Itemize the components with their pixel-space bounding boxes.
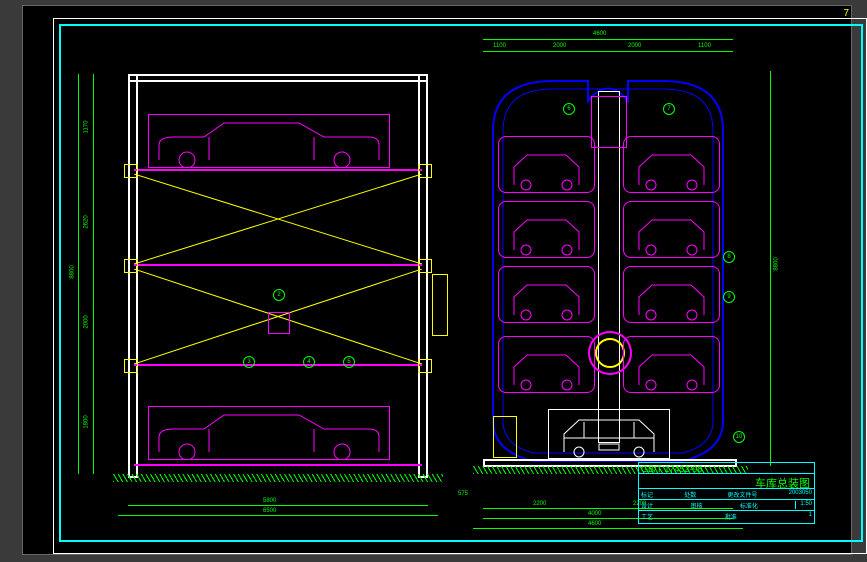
pod-l2 [498, 266, 595, 323]
guide-roller-r2 [418, 359, 432, 373]
center-joint [268, 312, 290, 334]
tb-role1: 设计 [641, 501, 653, 509]
dim-total-w: 6500 [263, 508, 276, 514]
pod-l3 [498, 201, 595, 258]
dim-b1: 2200 [533, 501, 546, 507]
pod-r3 [623, 201, 720, 258]
cad-viewport[interactable]: 7 1170 2620 2000 1800 8800 5800 6500 2 3… [22, 5, 852, 555]
tb-title: 车库总装图 [755, 475, 810, 487]
tb-sheet: 1 [809, 512, 812, 520]
ground-hatch-left [113, 474, 443, 482]
tb-role4: 工艺 [641, 512, 653, 520]
guide-roller-r4 [418, 164, 432, 178]
pod-r4 [623, 136, 720, 193]
dim-t4: 1100 [698, 43, 711, 49]
dim-line-height [93, 74, 94, 474]
dim-h4: 1170 [83, 121, 89, 134]
left-elevation-view[interactable]: 1170 2620 2000 1800 8800 5800 6500 2 3 4… [128, 74, 428, 484]
control-panel [493, 416, 517, 458]
x-brace-upper [134, 174, 422, 264]
dim-spacing: 575 [458, 491, 468, 497]
right-elevation-view[interactable]: 1100 2000 2000 1100 4600 8800 2200 2200 … [463, 61, 753, 491]
beam-top [128, 74, 428, 82]
dim-ow: 4600 [588, 521, 601, 527]
guide-roller-l4 [124, 164, 138, 178]
tb-hdr2: 处数 [684, 490, 696, 498]
tb-role2: 审核 [690, 501, 702, 509]
dim-line-rh [770, 71, 771, 466]
dim-t3: 2000 [628, 43, 641, 49]
tb-hdr3: 更改文件号 [727, 490, 757, 498]
title-block: GB/T 17452-98 车库总装图 标记 处数 更改文件号 2003050 … [638, 462, 815, 524]
dim-line-b3 [473, 528, 743, 529]
guide-roller-l2 [124, 359, 138, 373]
dim-line-w2 [118, 515, 438, 516]
dim-line-w1 [128, 505, 428, 506]
pallet-rail-2 [134, 364, 422, 366]
corner-mark: 7 [843, 8, 849, 19]
pallet-rail-4 [134, 169, 422, 171]
car-side-level4 [148, 114, 390, 168]
pod-l1 [498, 336, 595, 393]
tb-role5: 批准 [725, 512, 737, 520]
balloon-5: 5 [343, 356, 355, 368]
dim-line-top2 [483, 39, 733, 40]
balloon-10: 10 [733, 431, 745, 443]
guide-roller-l3 [124, 259, 138, 273]
balloon-7: 7 [663, 103, 675, 115]
dim-line-total-h [78, 74, 79, 474]
pallet-rail-3 [134, 264, 422, 266]
dim-slot-w: 5800 [263, 498, 276, 504]
balloon-8: 8 [723, 251, 735, 263]
car-side-level1 [148, 406, 390, 460]
drive-motor [432, 274, 448, 336]
top-sprocket-housing [591, 96, 627, 148]
dim-line-top [483, 51, 733, 52]
balloon-3: 3 [243, 356, 255, 368]
pod-r1 [623, 336, 720, 393]
dim-h2: 2000 [84, 315, 90, 328]
dim-total-h: 8800 [70, 265, 76, 278]
tb-scale: 1:50 [795, 501, 812, 509]
dim-t1: 1100 [493, 43, 506, 49]
tb-hdr: 标记 [641, 490, 653, 498]
dim-base-w: 4000 [588, 511, 601, 517]
balloon-4: 4 [303, 356, 315, 368]
dim-t2: 2000 [553, 43, 566, 49]
pod-r2 [623, 266, 720, 323]
tb-role3: 标准化 [740, 501, 758, 509]
balloon-2: 2 [273, 289, 285, 301]
tb-standard: GB/T 17452-98 [641, 464, 702, 472]
balloon-9: 9 [723, 291, 735, 303]
tb-dwgno: 2003050 [789, 490, 812, 498]
dim-h3: 2620 [84, 215, 90, 228]
pod-l4 [498, 136, 595, 193]
drive-sprocket-inner [595, 338, 625, 368]
dim-h1: 1800 [84, 415, 90, 428]
balloon-6: 6 [563, 103, 575, 115]
ground-rail [134, 464, 422, 466]
dim-rh: 8800 [773, 257, 779, 270]
entry-car-front [548, 409, 670, 459]
dim-top-total: 4600 [593, 31, 606, 37]
guide-roller-r3 [418, 259, 432, 273]
